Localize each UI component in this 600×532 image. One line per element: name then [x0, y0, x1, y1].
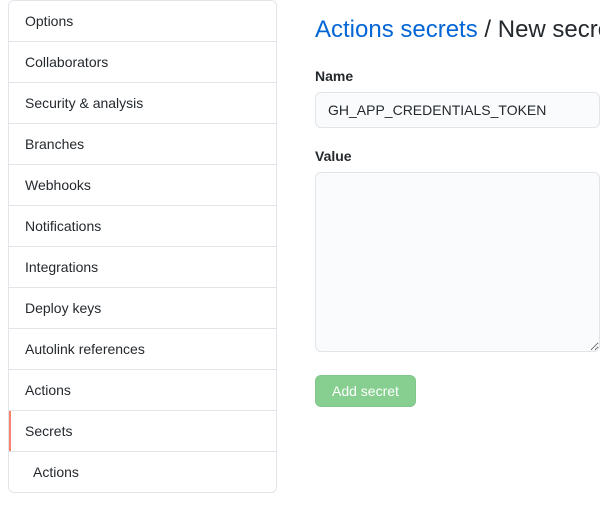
page-heading: Actions secrets / New secret: [315, 16, 600, 44]
sidebar-item-label: Integrations: [25, 259, 98, 275]
sidebar-item-label: Actions: [33, 464, 79, 480]
settings-sidebar-list: Options Collaborators Security & analysi…: [8, 0, 277, 493]
sidebar-item-label: Notifications: [25, 218, 101, 234]
sidebar-item-label: Collaborators: [25, 54, 108, 70]
sidebar-item-deploy-keys[interactable]: Deploy keys: [9, 288, 276, 329]
sidebar-item-label: Branches: [25, 136, 84, 152]
settings-sidebar: Options Collaborators Security & analysi…: [0, 0, 285, 532]
sidebar-item-label: Deploy keys: [25, 300, 101, 316]
value-label: Value: [315, 148, 600, 164]
heading-subtitle: New secret: [498, 16, 600, 43]
sidebar-item-branches[interactable]: Branches: [9, 124, 276, 165]
secret-name-input[interactable]: [315, 92, 600, 128]
sidebar-item-integrations[interactable]: Integrations: [9, 247, 276, 288]
sidebar-item-secrets-actions[interactable]: Actions: [9, 452, 276, 492]
sidebar-item-actions[interactable]: Actions: [9, 370, 276, 411]
secret-value-textarea[interactable]: [315, 172, 600, 352]
sidebar-item-label: Secrets: [25, 423, 72, 439]
add-secret-button-label: Add secret: [332, 383, 399, 399]
heading-separator: /: [478, 16, 498, 43]
sidebar-item-notifications[interactable]: Notifications: [9, 206, 276, 247]
main-content: Actions secrets / New secret Name Value …: [285, 0, 600, 532]
sidebar-item-label: Webhooks: [25, 177, 91, 193]
form-group-name: Name: [315, 68, 600, 128]
add-secret-button[interactable]: Add secret: [315, 375, 416, 407]
sidebar-item-autolink-references[interactable]: Autolink references: [9, 329, 276, 370]
sidebar-item-webhooks[interactable]: Webhooks: [9, 165, 276, 206]
name-label: Name: [315, 68, 600, 84]
sidebar-item-security-analysis[interactable]: Security & analysis: [9, 83, 276, 124]
sidebar-item-label: Options: [25, 13, 73, 29]
sidebar-item-label: Autolink references: [25, 341, 145, 357]
sidebar-item-collaborators[interactable]: Collaborators: [9, 42, 276, 83]
form-group-value: Value: [315, 148, 600, 355]
heading-link-actions-secrets[interactable]: Actions secrets: [315, 16, 478, 43]
sidebar-item-label: Actions: [25, 382, 71, 398]
sidebar-item-label: Security & analysis: [25, 95, 143, 111]
sidebar-item-secrets[interactable]: Secrets: [9, 411, 276, 452]
sidebar-item-options[interactable]: Options: [9, 1, 276, 42]
